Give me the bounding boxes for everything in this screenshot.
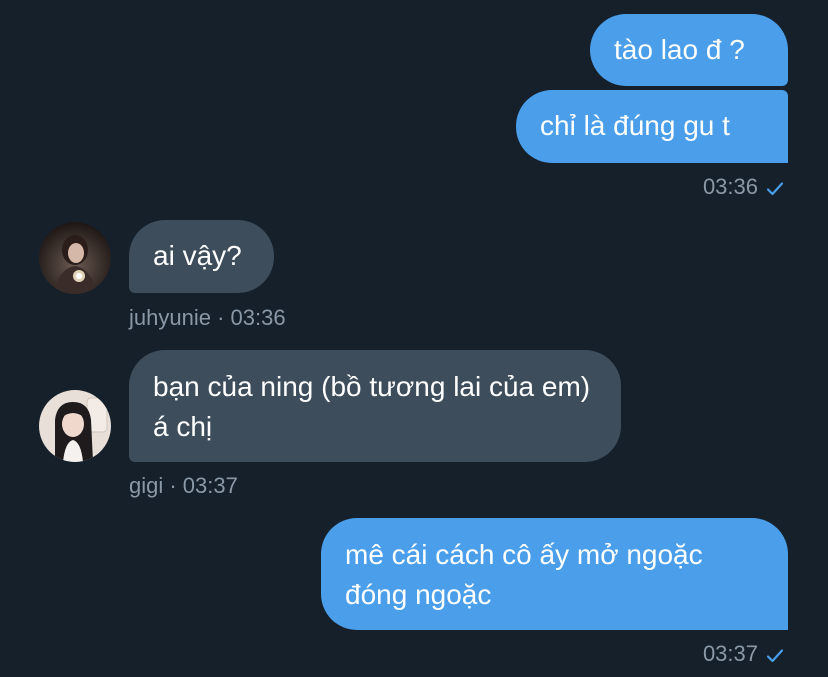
received-message-bubble[interactable]: ai vậy? (129, 220, 274, 293)
message-meta: 03:36 (703, 174, 784, 203)
chat-thread: tào lao đ ? chỉ là đúng gu t 03:36 ai vậ… (0, 0, 828, 677)
sent-message-bubble[interactable]: mê cái cách cô ấy mở ngoặc đóng ngoặc (321, 518, 788, 630)
message-time: 03:37 (702, 641, 758, 666)
message-meta: gigi · 03:37 (129, 473, 238, 498)
avatar-gigi[interactable] (39, 390, 111, 462)
avatar-juhyunie[interactable] (39, 222, 111, 294)
received-message-bubble[interactable]: bạn của ning (bồ tương lai của em) á chị (129, 350, 621, 462)
message-meta: juhyunie · 03:36 (129, 305, 286, 330)
message-meta: 03:37 (703, 641, 784, 670)
check-icon (766, 644, 784, 670)
sent-message-bubble[interactable]: chỉ là đúng gu t (516, 90, 788, 163)
message-time: 03:36 (702, 174, 758, 199)
sent-message-bubble[interactable]: tào lao đ ? (590, 14, 788, 86)
check-icon (766, 177, 784, 203)
